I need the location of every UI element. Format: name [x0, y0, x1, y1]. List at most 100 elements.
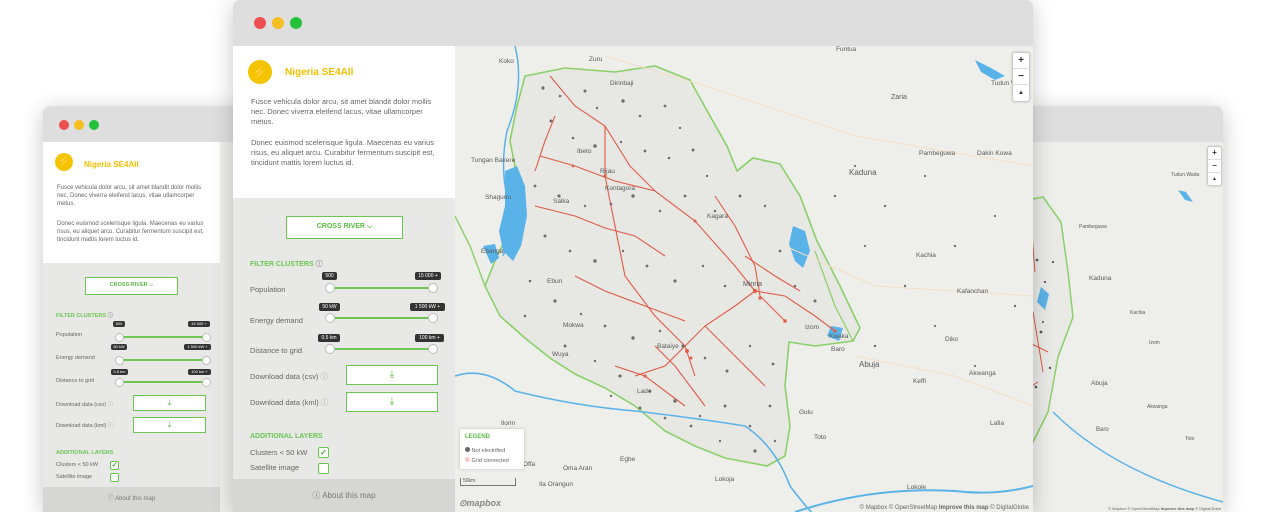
place-label: Gulu: [799, 409, 813, 416]
population-max-handle[interactable]: [202, 333, 211, 342]
place-label: Izom: [1149, 340, 1160, 346]
download-kml-button[interactable]: ⤓: [133, 417, 206, 433]
filter-clusters-heading: FILTER CLUSTERS ⓘ: [56, 313, 114, 319]
population-max-value: 15 000 +: [415, 272, 441, 280]
compass-button[interactable]: ▲: [1208, 173, 1221, 185]
energy-min-handle[interactable]: [115, 356, 124, 365]
map-graphics: [455, 46, 1033, 512]
energy-slider-track[interactable]: [329, 317, 433, 319]
place-label: Kagara: [707, 213, 728, 220]
info-icon[interactable]: ⓘ: [321, 398, 329, 407]
map-canvas[interactable]: Tudun Wada Pambeguwa Kaduna Kachia Izom …: [1023, 142, 1223, 512]
layer-checkbox-satellite[interactable]: [318, 463, 329, 474]
place-label: Keffi: [913, 378, 926, 385]
distance-max-handle[interactable]: [428, 344, 438, 354]
layer-checkbox-clusters[interactable]: ✓: [110, 461, 119, 470]
place-label: Kafanchan: [957, 288, 989, 295]
window-titlebar: [1023, 106, 1223, 142]
info-icon[interactable]: ⓘ: [316, 261, 323, 268]
place-label: Abuja: [859, 360, 880, 369]
scale-bar: 50km: [460, 478, 516, 486]
zoom-out-button[interactable]: −: [1208, 160, 1221, 173]
about-map-footer[interactable]: ⓘ About this map: [233, 479, 455, 512]
place-label: Kaduna: [849, 168, 877, 177]
intro-paragraph-1: Fusce vehicula dolor arcu, sit amet blan…: [57, 185, 202, 207]
window-titlebar: [233, 0, 1033, 46]
filter-label-distance: Distance to grid: [250, 346, 303, 355]
population-min-handle[interactable]: [115, 333, 124, 342]
distance-min-handle[interactable]: [325, 344, 335, 354]
minimize-dot[interactable]: [74, 120, 84, 130]
download-csv-button[interactable]: ⤓: [346, 365, 438, 385]
maximize-dot[interactable]: [290, 17, 302, 29]
place-label: Izom: [805, 324, 820, 331]
back-window-right: Tudun Wada Pambeguwa Kaduna Kachia Izom …: [1023, 106, 1223, 512]
compass-button[interactable]: ▲: [1013, 85, 1029, 101]
info-icon: ⓘ: [312, 491, 321, 500]
info-icon[interactable]: ⓘ: [320, 372, 328, 381]
distance-max-handle[interactable]: [202, 378, 211, 387]
state-dropdown[interactable]: CROSS RIVER ⌵: [286, 216, 403, 239]
population-slider-track[interactable]: [329, 287, 433, 289]
state-dropdown[interactable]: CROSS RIVER ⌵: [85, 277, 178, 295]
distance-slider-track[interactable]: [329, 348, 433, 350]
zoom-in-button[interactable]: +: [1208, 147, 1221, 160]
energy-max-handle[interactable]: [202, 356, 211, 365]
place-label: Tudun Wada: [1171, 172, 1200, 178]
maximize-dot[interactable]: [89, 120, 99, 130]
place-label: Rijau: [600, 168, 615, 175]
download-kml-button[interactable]: ⤓: [346, 392, 438, 412]
distance-min-handle[interactable]: [115, 378, 124, 387]
place-label: Lafia: [990, 420, 1005, 427]
population-min-handle[interactable]: [325, 283, 335, 293]
download-icon: ⤓: [389, 369, 395, 380]
zoom-out-button[interactable]: −: [1013, 69, 1029, 85]
mapbox-logo[interactable]: ⊙mapbox: [459, 498, 501, 509]
info-icon[interactable]: ⓘ: [108, 402, 114, 408]
filter-label-energy: Energy demand: [250, 316, 303, 325]
improve-map-link[interactable]: Improve this map: [939, 505, 989, 511]
population-slider-track[interactable]: [119, 336, 206, 338]
energy-min-value: 50 kW: [111, 344, 127, 350]
intro-card: ⚡ Nigeria SE4All Fusce vehicula dolor ar…: [233, 46, 455, 198]
zoom-in-button[interactable]: +: [1013, 53, 1029, 69]
place-label: Shagunu: [485, 194, 512, 201]
intro-paragraph-1: Fusce vehicula dolor arcu, sit amet blan…: [251, 97, 432, 126]
layer-checkbox-satellite[interactable]: [110, 473, 119, 482]
layer-checkbox-clusters[interactable]: ✓: [318, 447, 329, 458]
filter-label-population: Population: [56, 332, 82, 338]
place-label: Abuja: [1091, 380, 1108, 387]
sidebar-panel: ⚡ Nigeria SE4All Fusce vehicula dolor ar…: [233, 46, 455, 512]
energy-max-handle[interactable]: [428, 313, 438, 323]
info-icon[interactable]: ⓘ: [108, 423, 114, 429]
lightning-bolt-icon: ⚡: [55, 153, 73, 171]
chevron-down-icon: ⌵: [366, 223, 373, 230]
place-label: Offa: [523, 461, 536, 468]
intro-paragraph-2: Donec euismod scelerisque ligula. Maecen…: [251, 138, 435, 167]
map-canvas[interactable]: Koko Zuru Funtua Dirinbaji Tudun Wada Za…: [455, 46, 1033, 512]
place-label: Kachia: [916, 252, 936, 259]
minimize-dot[interactable]: [272, 17, 284, 29]
population-max-handle[interactable]: [428, 283, 438, 293]
main-window: Koko Zuru Funtua Dirinbaji Tudun Wada Za…: [233, 0, 1033, 512]
distance-slider-track[interactable]: [119, 381, 206, 383]
population-max-value: 15 000 +: [188, 321, 210, 327]
download-kml-label: Download data (kml) ⓘ: [250, 398, 329, 407]
place-label: Ibeto: [577, 148, 592, 155]
place-label: Kwaka: [829, 333, 849, 340]
close-dot[interactable]: [254, 17, 266, 29]
place-label: Ebun: [547, 278, 563, 285]
energy-slider-track[interactable]: [119, 359, 206, 361]
download-csv-label: Download data (csv) ⓘ: [250, 372, 328, 381]
close-dot[interactable]: [59, 120, 69, 130]
place-label: Akwanga: [969, 370, 996, 377]
intro-paragraph-2: Donec euismod scelerisque ligula. Maecen…: [57, 221, 204, 243]
info-icon[interactable]: ⓘ: [108, 313, 114, 319]
energy-min-handle[interactable]: [325, 313, 335, 323]
app-title: Nigeria SE4All: [84, 160, 139, 169]
filter-label-population: Population: [250, 285, 286, 294]
place-label: Diko: [945, 336, 959, 343]
download-csv-button[interactable]: ⤓: [133, 395, 206, 411]
place-label: Baro: [831, 346, 845, 353]
about-map-footer[interactable]: ⓘ About this map: [43, 487, 220, 512]
